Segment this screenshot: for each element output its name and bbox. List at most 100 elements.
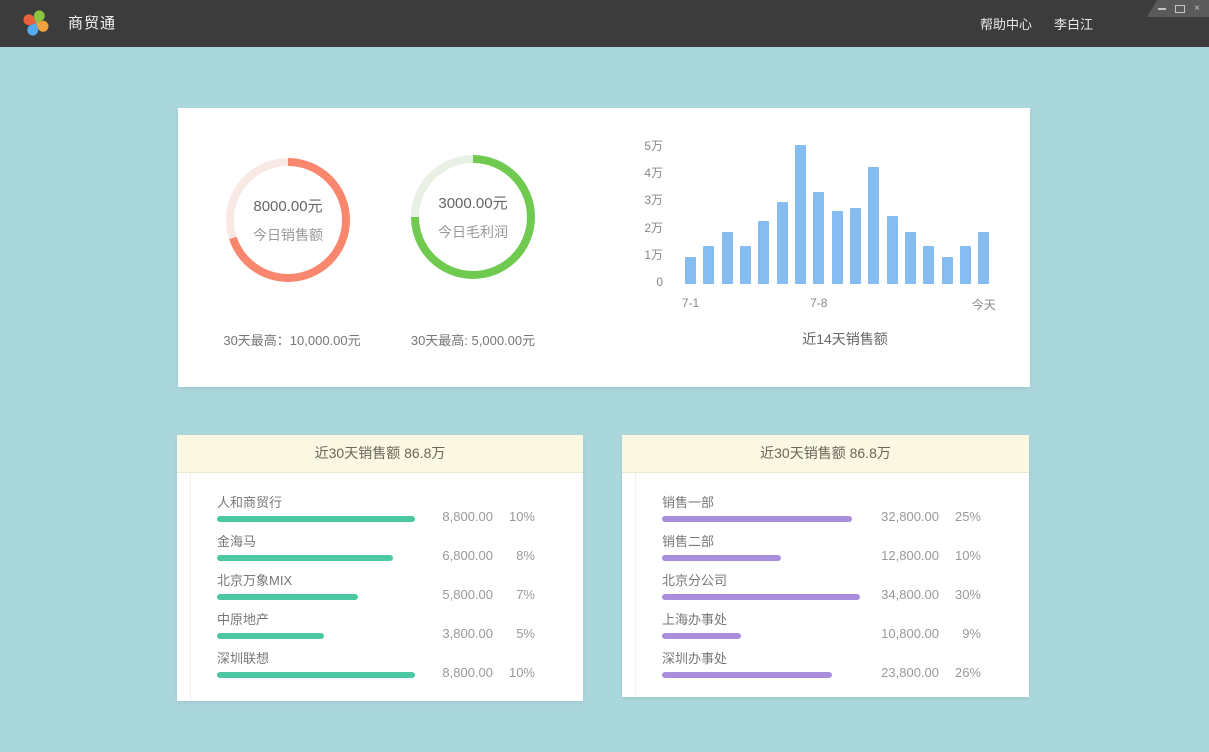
rank-item-percent: 10% xyxy=(939,548,981,563)
rank-item-bar xyxy=(662,555,781,561)
x-tick-label: 7-8 xyxy=(789,296,849,310)
rank-item-percent: 9% xyxy=(939,626,981,641)
rank-row: 人和商贸行8,800.0010% xyxy=(217,492,583,531)
sales-bar xyxy=(868,167,879,284)
customer-rank-card: 近30天销售额 86.8万 人和商贸行8,800.0010%金海马6,800.0… xyxy=(177,435,583,701)
rank-item-values: 10,800.009% xyxy=(859,626,981,641)
y-tick-label: 3万 xyxy=(603,192,663,208)
sales-bar xyxy=(887,216,898,284)
sales-bar xyxy=(923,246,934,284)
rank-item-values: 8,800.0010% xyxy=(413,509,535,524)
rank-item-values: 23,800.0026% xyxy=(859,665,981,680)
rank-row: 深圳办事处23,800.0026% xyxy=(662,648,1029,687)
app-logo-pinwheel-icon xyxy=(22,10,49,37)
sales-bar xyxy=(978,232,989,284)
rank-row: 北京分公司34,800.0030% xyxy=(662,570,1029,609)
today-sales-label: 今日销售额 xyxy=(253,225,323,245)
y-tick-label: 2万 xyxy=(603,220,663,236)
app-window: 商贸通 帮助中心 李白江 × 8000.00元 今日销售额 30天最高：10,0… xyxy=(0,0,1209,752)
rank-row: 深圳联想8,800.0010% xyxy=(217,648,583,687)
rank-item-amount: 8,800.00 xyxy=(413,509,493,524)
department-rank-list: 销售一部32,800.0025%销售二部12,800.0010%北京分公司34,… xyxy=(622,473,1029,687)
rank-item-amount: 12,800.00 xyxy=(859,548,939,563)
rank-item-percent: 5% xyxy=(493,626,535,641)
rank-item-percent: 26% xyxy=(939,665,981,680)
rank-item-values: 8,800.0010% xyxy=(413,665,535,680)
window-controls: × xyxy=(1147,0,1209,17)
sales-bar xyxy=(740,246,751,284)
y-tick-label: 5万 xyxy=(603,138,663,154)
rank-row: 销售一部32,800.0025% xyxy=(662,492,1029,531)
rank-item-bar xyxy=(662,633,741,639)
rank-item-percent: 7% xyxy=(493,587,535,602)
rank-row: 北京万象MIX5,800.007% xyxy=(217,570,583,609)
close-icon[interactable]: × xyxy=(1194,4,1200,14)
rank-item-amount: 8,800.00 xyxy=(413,665,493,680)
rank-item-amount: 32,800.00 xyxy=(859,509,939,524)
rank-item-bar xyxy=(217,516,415,522)
app-title: 商贸通 xyxy=(68,0,116,47)
today-profit-value: 3000.00元 xyxy=(438,192,507,213)
today-sales-value: 8000.00元 xyxy=(253,195,322,216)
today-profit-label: 今日毛利润 xyxy=(438,222,508,242)
rank-item-bar xyxy=(217,633,324,639)
sales-chart-title: 近14天销售额 xyxy=(695,329,995,349)
user-menu[interactable]: 李白江 xyxy=(1054,14,1093,33)
sales-bar xyxy=(703,246,714,284)
x-tick-label: 7-1 xyxy=(661,296,721,310)
rank-row: 上海办事处10,800.009% xyxy=(662,609,1029,648)
sales-bars xyxy=(685,144,997,284)
rank-item-bar xyxy=(217,594,358,600)
help-center-link[interactable]: 帮助中心 xyxy=(980,14,1032,33)
rank-item-values: 32,800.0025% xyxy=(859,509,981,524)
titlebar-links: 帮助中心 李白江 xyxy=(980,0,1093,47)
rank-item-percent: 8% xyxy=(493,548,535,563)
minimize-icon[interactable] xyxy=(1158,8,1166,10)
rank-item-amount: 34,800.00 xyxy=(859,587,939,602)
rank-item-values: 3,800.005% xyxy=(413,626,535,641)
sales-bar xyxy=(905,232,916,284)
rank-row: 销售二部12,800.0010% xyxy=(662,531,1029,570)
customer-rank-title: 近30天销售额 86.8万 xyxy=(177,435,583,473)
maximize-icon[interactable] xyxy=(1175,5,1185,13)
department-rank-title: 近30天销售额 86.8万 xyxy=(622,435,1029,473)
divider xyxy=(190,472,191,701)
rank-item-values: 5,800.007% xyxy=(413,587,535,602)
overview-card: 8000.00元 今日销售额 30天最高：10,000.00元 3000.00元… xyxy=(178,108,1030,387)
today-sales-donut: 8000.00元 今日销售额 xyxy=(226,158,350,282)
department-rank-card: 近30天销售额 86.8万 销售一部32,800.0025%销售二部12,800… xyxy=(622,435,1029,697)
customer-rank-list: 人和商贸行8,800.0010%金海马6,800.008%北京万象MIX5,80… xyxy=(177,473,583,687)
rank-item-bar xyxy=(662,672,832,678)
divider xyxy=(635,472,636,697)
sales-bar xyxy=(795,145,806,284)
x-tick-label: 今天 xyxy=(954,296,1014,313)
rank-item-percent: 30% xyxy=(939,587,981,602)
sales-bar xyxy=(722,232,733,284)
rank-item-bar xyxy=(662,594,860,600)
rank-item-amount: 3,800.00 xyxy=(413,626,493,641)
rank-item-percent: 10% xyxy=(493,665,535,680)
y-tick-label: 0 xyxy=(603,274,663,290)
y-tick-label: 4万 xyxy=(603,165,663,181)
sales-bar xyxy=(813,192,824,285)
rank-item-values: 12,800.0010% xyxy=(859,548,981,563)
rank-item-percent: 10% xyxy=(493,509,535,524)
today-profit-30day-max: 30天最高: 5,000.00元 xyxy=(365,330,581,349)
rank-item-amount: 5,800.00 xyxy=(413,587,493,602)
sales-bar xyxy=(777,202,788,284)
today-profit-donut: 3000.00元 今日毛利润 xyxy=(411,155,535,279)
sales-bar xyxy=(850,208,861,284)
rank-item-bar xyxy=(217,672,415,678)
sales-bar xyxy=(942,257,953,284)
sales-bar xyxy=(832,211,843,284)
y-tick-label: 1万 xyxy=(603,247,663,263)
rank-item-values: 6,800.008% xyxy=(413,548,535,563)
rank-item-values: 34,800.0030% xyxy=(859,587,981,602)
rank-item-amount: 10,800.00 xyxy=(859,626,939,641)
sales-bar xyxy=(758,221,769,284)
sales-bar xyxy=(960,246,971,284)
rank-row: 中原地产3,800.005% xyxy=(217,609,583,648)
rank-item-amount: 6,800.00 xyxy=(413,548,493,563)
sales-bar xyxy=(685,257,696,284)
rank-row: 金海马6,800.008% xyxy=(217,531,583,570)
